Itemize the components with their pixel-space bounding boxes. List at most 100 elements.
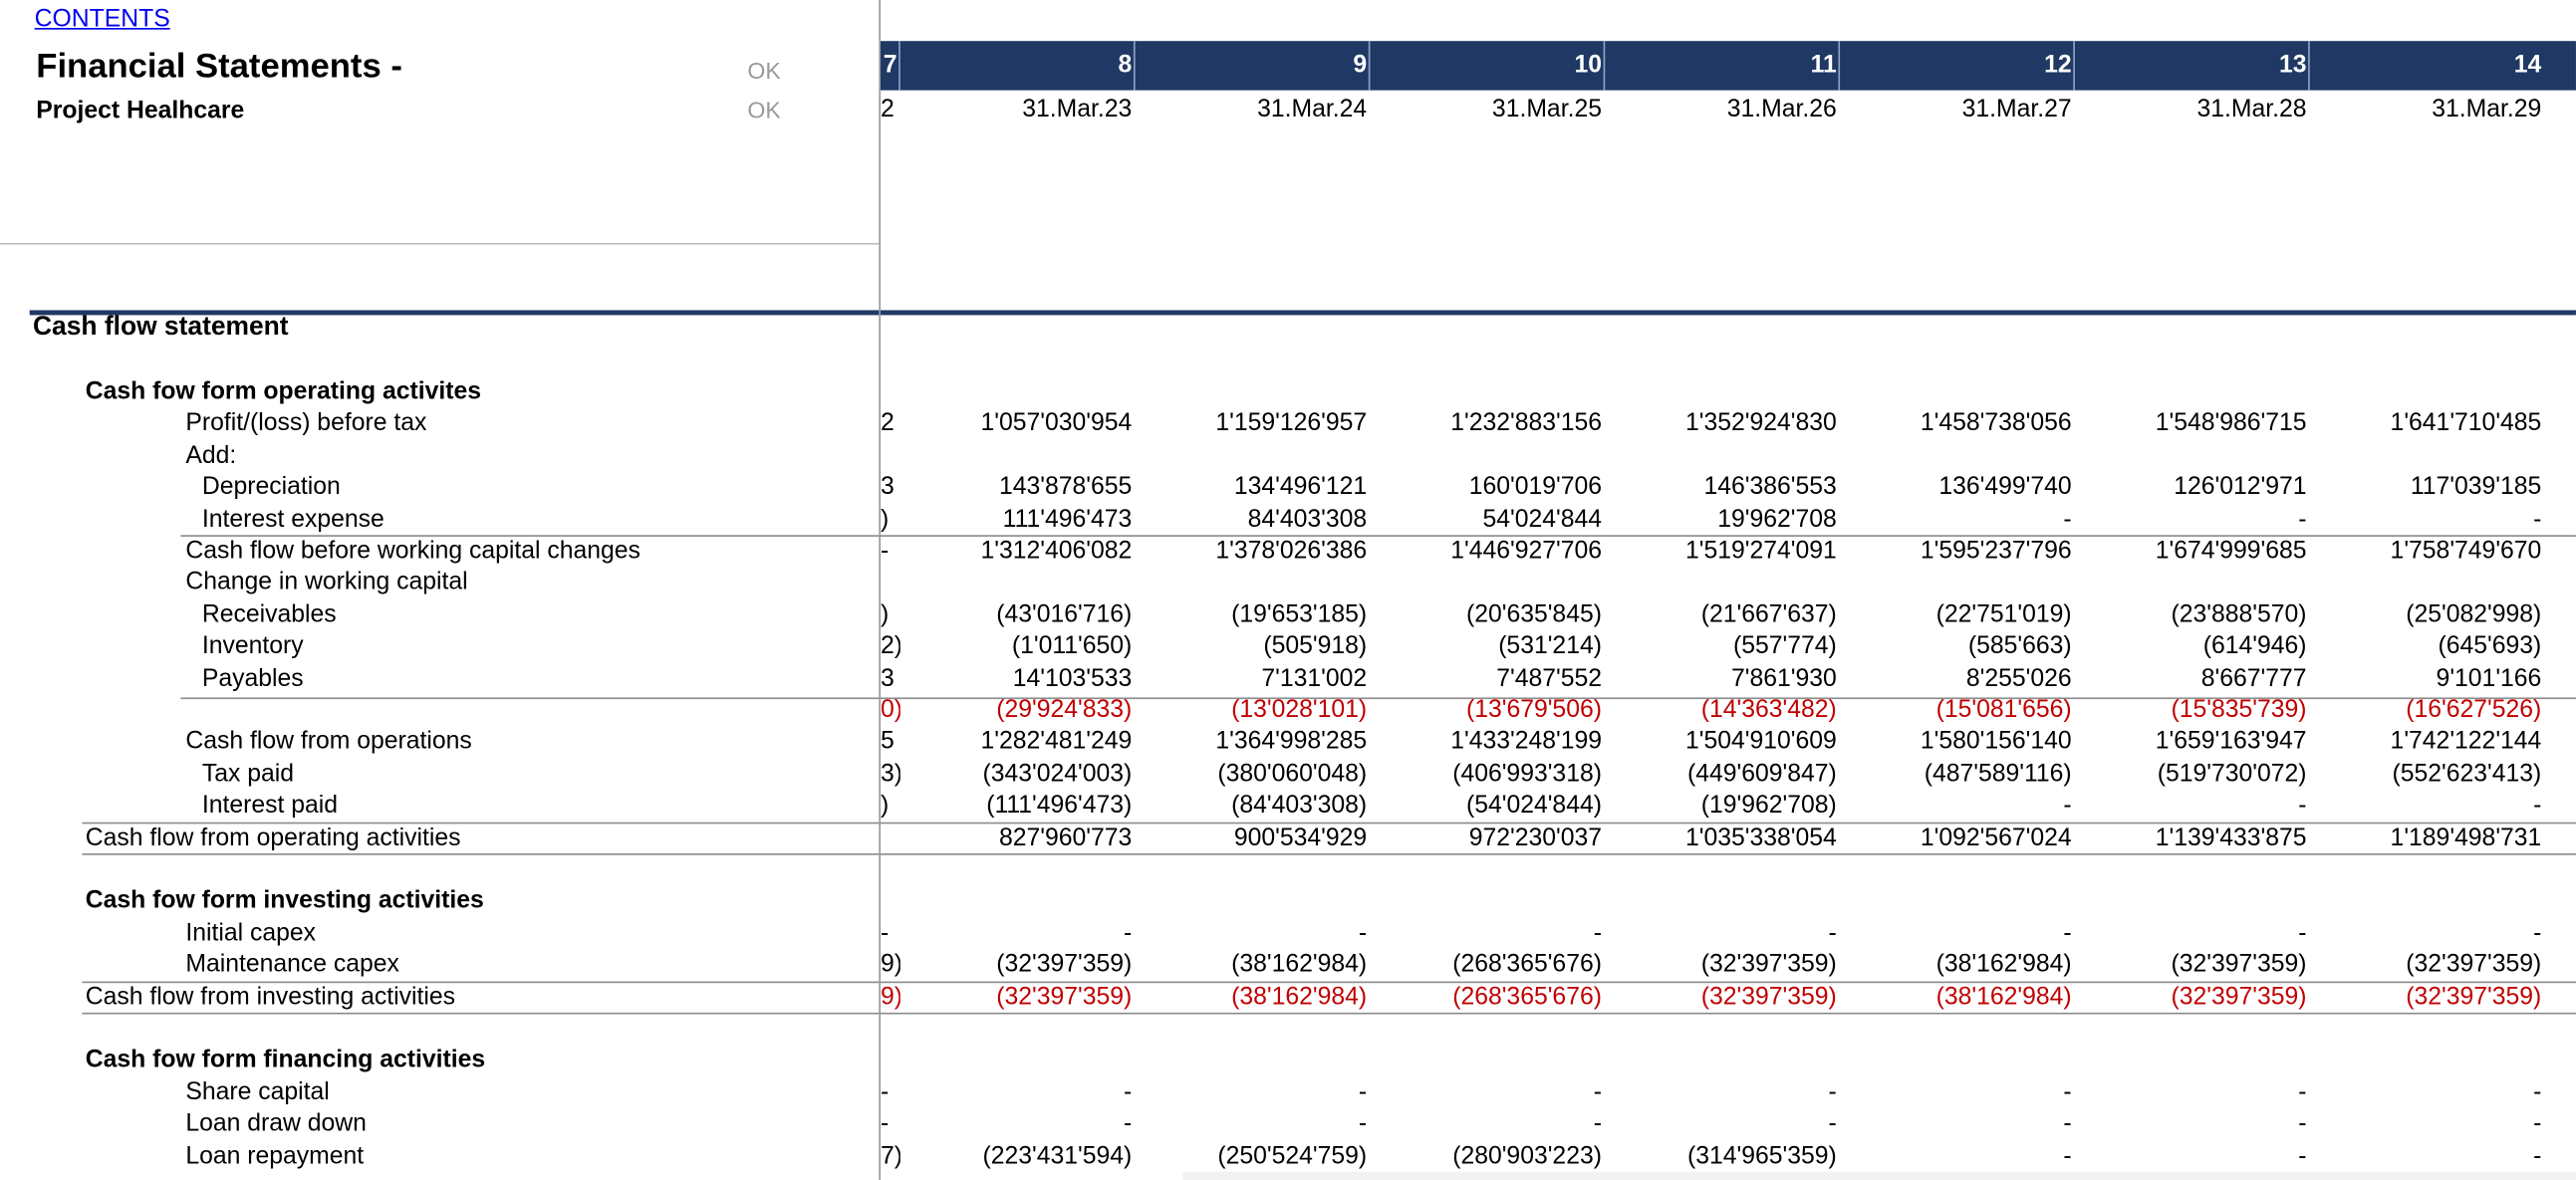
value-cell[interactable]: (32'397'359) [1607, 981, 1837, 1013]
value-cell[interactable]: - [902, 917, 1132, 949]
value-cell[interactable]: - [902, 1108, 1132, 1140]
value-cell[interactable]: - [1607, 1076, 1837, 1108]
value-cell[interactable]: 134'496'121 [1137, 471, 1367, 503]
row-label[interactable]: Inventory [202, 630, 304, 662]
value-cell[interactable]: (21'667'637) [1607, 598, 1837, 630]
row-label[interactable]: Initial capex [185, 917, 316, 949]
row-label[interactable]: Payables [202, 662, 304, 694]
value-cell[interactable]: - [2311, 1108, 2541, 1140]
value-cell[interactable]: - [1137, 1108, 1367, 1140]
value-cell[interactable]: 1'139'433'875 [2077, 822, 2307, 853]
value-cell[interactable]: - [1842, 1108, 2071, 1140]
row-label[interactable]: Interest expense [202, 503, 385, 535]
value-cell[interactable]: (13'028'101) [1137, 694, 1367, 726]
value-cell[interactable]: - [1842, 1076, 2071, 1108]
period-date-cell[interactable]: 31.Mar.23 [902, 96, 1132, 123]
value-cell[interactable]: 8'667'777 [2077, 662, 2307, 694]
partial-column-cell[interactable]: 7) [881, 1140, 901, 1172]
value-cell[interactable]: (280'903'223) [1372, 1140, 1602, 1172]
period-date-cell[interactable]: 31.Mar.25 [1372, 96, 1602, 123]
partial-column-cell[interactable]: 9) [881, 949, 901, 981]
row-label[interactable]: Add: [185, 439, 236, 471]
value-cell[interactable]: (585'663) [1842, 630, 2072, 662]
value-cell[interactable]: (531'214) [1372, 630, 1602, 662]
value-cell[interactable]: 1'580'156'140 [1842, 726, 2072, 758]
value-cell[interactable]: - [2077, 790, 2306, 822]
frozen-pane-divider-vertical[interactable] [879, 0, 881, 1180]
value-cell[interactable]: (380'060'048) [1137, 758, 1367, 790]
value-cell[interactable]: (54'024'844) [1372, 790, 1602, 822]
value-cell[interactable]: 14'103'533 [902, 662, 1133, 694]
value-cell[interactable]: (111'496'473) [902, 790, 1132, 822]
value-cell[interactable]: 7'131'002 [1137, 662, 1367, 694]
value-cell[interactable]: 136'499'740 [1842, 471, 2071, 503]
value-cell[interactable]: - [1137, 917, 1367, 949]
value-cell[interactable]: (552'623'413) [2311, 758, 2542, 790]
value-cell[interactable]: (43'016'716) [902, 598, 1132, 630]
value-cell[interactable]: 7'861'930 [1607, 662, 1837, 694]
value-cell[interactable]: - [1842, 1140, 2071, 1172]
value-cell[interactable]: 1'312'406'082 [902, 535, 1133, 567]
value-cell[interactable]: 1'458'738'056 [1842, 407, 2072, 439]
partial-column-cell[interactable]: - [881, 535, 901, 567]
value-cell[interactable]: (32'397'359) [2311, 981, 2541, 1013]
value-cell[interactable]: 1'035'338'054 [1607, 822, 1837, 853]
value-cell[interactable]: 54'024'844 [1372, 503, 1602, 535]
value-cell[interactable]: 1'446'927'706 [1372, 535, 1602, 567]
value-cell[interactable]: 1'641'710'485 [2311, 407, 2542, 439]
value-cell[interactable]: 972'230'037 [1372, 822, 1602, 853]
value-cell[interactable]: (505'918) [1137, 630, 1367, 662]
period-header-cell[interactable]: 13 [2077, 41, 2307, 90]
value-cell[interactable]: - [1372, 917, 1602, 949]
value-cell[interactable]: (19'653'185) [1137, 598, 1367, 630]
value-cell[interactable]: 1'232'883'156 [1372, 407, 1602, 439]
value-cell[interactable]: 827'960'773 [902, 822, 1132, 853]
value-cell[interactable]: 117'039'185 [2311, 471, 2541, 503]
partial-column-cell[interactable]: 5 [881, 726, 901, 758]
value-cell[interactable]: (406'993'318) [1372, 758, 1602, 790]
value-cell[interactable]: (268'365'676) [1372, 949, 1602, 981]
value-cell[interactable]: (32'397'359) [2077, 949, 2306, 981]
value-cell[interactable]: - [2311, 1076, 2541, 1108]
value-cell[interactable]: 160'019'706 [1372, 471, 1602, 503]
value-cell[interactable]: (29'924'833) [902, 694, 1132, 726]
value-cell[interactable]: - [1607, 917, 1837, 949]
partial-column-cell[interactable]: 2) [881, 630, 901, 662]
value-cell[interactable]: (14'363'482) [1607, 694, 1837, 726]
value-cell[interactable]: - [2077, 917, 2306, 949]
value-cell[interactable]: (38'162'984) [1137, 981, 1367, 1013]
value-cell[interactable]: - [1842, 503, 2071, 535]
section-subheading[interactable]: Cash fow form investing activities [86, 885, 484, 917]
row-label[interactable]: Cash flow from operations [185, 726, 471, 758]
value-cell[interactable]: (32'397'359) [2077, 981, 2306, 1013]
value-cell[interactable]: (13'679'506) [1372, 694, 1602, 726]
partial-column-cell[interactable]: - [881, 917, 901, 949]
value-cell[interactable]: (15'835'739) [2077, 694, 2306, 726]
row-label[interactable]: Depreciation [202, 471, 341, 503]
value-cell[interactable]: (25'082'998) [2311, 598, 2541, 630]
value-cell[interactable]: - [1372, 1108, 1602, 1140]
value-cell[interactable]: (32'397'359) [2311, 949, 2541, 981]
row-label[interactable]: Change in working capital [185, 567, 467, 598]
value-cell[interactable]: 19'962'708 [1607, 503, 1837, 535]
value-cell[interactable]: - [2077, 1140, 2306, 1172]
partial-column-cell[interactable]: 3) [881, 758, 901, 790]
value-cell[interactable]: - [2311, 790, 2541, 822]
period-date-cell[interactable]: 31.Mar.29 [2311, 96, 2541, 123]
value-cell[interactable]: 7'487'552 [1372, 662, 1602, 694]
value-cell[interactable]: 1'674'999'685 [2077, 535, 2307, 567]
value-cell[interactable]: - [1842, 790, 2071, 822]
row-label[interactable]: Cash flow from operating activities [86, 822, 461, 853]
value-cell[interactable]: (449'609'847) [1607, 758, 1837, 790]
partial-column-cell[interactable]: ) [881, 503, 901, 535]
value-cell[interactable]: (343'024'003) [902, 758, 1133, 790]
partial-column-cell[interactable]: 3 [881, 471, 901, 503]
value-cell[interactable]: (557'774) [1607, 630, 1837, 662]
value-cell[interactable]: 1'282'481'249 [902, 726, 1133, 758]
partial-column-cell[interactable]: - [881, 1108, 901, 1140]
value-cell[interactable]: 1'378'026'386 [1137, 535, 1367, 567]
value-cell[interactable]: 8'255'026 [1842, 662, 2072, 694]
value-cell[interactable]: 1'595'237'796 [1842, 535, 2072, 567]
value-cell[interactable]: 900'534'929 [1137, 822, 1367, 853]
partial-column-cell[interactable]: ) [881, 598, 901, 630]
